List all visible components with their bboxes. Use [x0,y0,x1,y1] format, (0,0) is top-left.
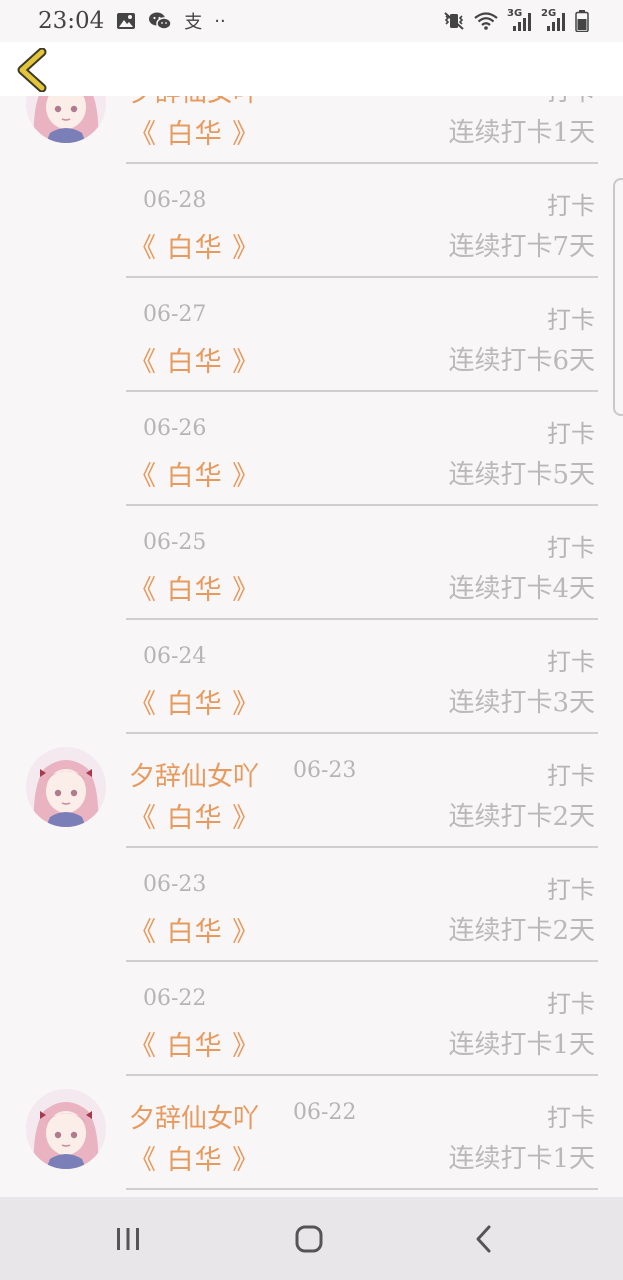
avatar[interactable] [26,747,106,827]
streak-text: 连续打卡7天 [448,232,595,262]
record-row[interactable]: 06-24 打卡《 白华 》 连续打卡3天 [0,620,623,734]
record-row[interactable]: 06-22 打卡《 白华 》 连续打卡1天 [0,962,623,1076]
record-date: 06-26 [143,416,207,441]
signal-3g-icon: 3G [507,8,533,32]
record-detail: 《 白华 》 连续打卡5天 [129,452,597,492]
record-detail: 《 白华 》 连续打卡4天 [129,566,597,606]
book-title[interactable]: 《 白华 》 [129,340,260,379]
streak-text: 连续打卡3天 [448,688,595,718]
record-row[interactable]: 夕辞仙女吖 07-01 打卡《 白华 》 连续打卡1天 [0,96,623,164]
edge-panel-handle[interactable] [613,178,623,416]
streak-text: 连续打卡1天 [448,1144,595,1174]
avatar[interactable] [26,96,106,143]
book-title[interactable]: 《 白华 》 [129,226,260,265]
record-row[interactable]: 夕辞仙女吖 06-22 打卡《 白华 》 连续打卡1天 [0,1076,623,1190]
streak-text: 连续打卡2天 [448,802,595,832]
streak-text: 连续打卡6天 [448,346,595,376]
record-action: 打卡 [547,990,595,1018]
signal-2g-icon: 2G [541,8,567,32]
record-action: 打卡 [547,534,595,562]
author-name[interactable]: 夕辞仙女吖 [129,1098,259,1135]
record-list[interactable]: 夕辞仙女吖07-01打卡《 白华 》连续打卡1天06-28打卡《 白华 》连续打… [0,96,623,1196]
record-detail: 《 白华 》 连续打卡1天 [129,1136,597,1176]
record-date: 06-22 [293,1100,357,1125]
book-title[interactable]: 《 白华 》 [129,796,260,835]
home-icon[interactable] [289,1219,329,1259]
record-detail: 《 白华 》 连续打卡2天 [129,908,597,948]
header [0,42,623,96]
avatar[interactable] [26,1089,106,1169]
wechat-icon [148,11,173,31]
record-detail: 《 白华 》 连续打卡1天 [129,1022,597,1062]
record-header: 06-22 打卡 [129,980,597,1018]
row-divider [126,1188,598,1190]
record-date: 06-25 [143,530,207,555]
record-header: 06-23 打卡 [129,866,597,904]
book-title[interactable]: 《 白华 》 [129,910,260,949]
back-icon[interactable] [464,1219,504,1259]
streak-text: 连续打卡1天 [448,118,595,148]
recent-apps-icon[interactable] [108,1219,148,1259]
record-header: 06-26 打卡 [129,410,597,448]
record-action: 打卡 [547,306,595,334]
mute-vibrate-icon [443,11,465,31]
status-right: 3G 2G [443,8,589,32]
record-detail: 《 白华 》 连续打卡1天 [129,110,597,150]
status-bar: 23:04 支 ·· 3G 2G [0,0,623,42]
record-header: 夕辞仙女吖 06-22 打卡 [129,1094,597,1135]
record-date: 06-23 [293,758,357,783]
record-date: 06-23 [143,872,207,897]
book-title[interactable]: 《 白华 》 [129,1024,260,1063]
book-title[interactable]: 《 白华 》 [129,454,260,493]
record-header: 06-25 打卡 [129,524,597,562]
record-date: 07-01 [293,96,356,99]
wifi-icon [473,11,499,31]
battery-icon [575,10,589,32]
status-time: 23:04 [38,8,105,34]
record-date: 06-22 [143,986,207,1011]
record-detail: 《 白华 》 连续打卡2天 [129,794,597,834]
author-name[interactable]: 夕辞仙女吖 [129,756,259,793]
more-dots-icon: ·· [214,10,226,32]
status-left: 23:04 支 ·· [38,8,226,34]
chevron-left-icon[interactable] [14,47,50,93]
record-row[interactable]: 夕辞仙女吖 06-23 打卡《 白华 》 连续打卡2天 [0,734,623,848]
record-action: 打卡 [547,1104,595,1132]
record-action: 打卡 [547,192,595,220]
record-date: 06-24 [143,644,207,669]
record-action: 打卡 [547,420,595,448]
streak-text: 连续打卡1天 [448,1030,595,1060]
book-title[interactable]: 《 白华 》 [129,568,260,607]
image-icon [116,12,136,30]
record-header: 夕辞仙女吖 07-01 打卡 [129,96,597,109]
record-action: 打卡 [547,648,595,676]
record-header: 06-24 打卡 [129,638,597,676]
record-row[interactable]: 06-25 打卡《 白华 》 连续打卡4天 [0,506,623,620]
streak-text: 连续打卡5天 [448,460,595,490]
streak-text: 连续打卡2天 [448,916,595,946]
record-action: 打卡 [547,876,595,904]
author-name[interactable]: 夕辞仙女吖 [129,96,259,109]
record-header: 06-28 打卡 [129,182,597,220]
record-row[interactable]: 06-23 打卡《 白华 》 连续打卡2天 [0,848,623,962]
book-title[interactable]: 《 白华 》 [129,1138,260,1177]
book-title[interactable]: 《 白华 》 [129,112,260,151]
record-header: 06-27 打卡 [129,296,597,334]
record-date: 06-28 [143,188,207,213]
record-header: 夕辞仙女吖 06-23 打卡 [129,752,597,793]
record-row[interactable]: 06-26 打卡《 白华 》 连续打卡5天 [0,392,623,506]
record-detail: 《 白华 》 连续打卡7天 [129,224,597,264]
nav-bar [0,1197,623,1280]
record-detail: 《 白华 》 连续打卡3天 [129,680,597,720]
record-action: 打卡 [547,762,595,790]
book-title[interactable]: 《 白华 》 [129,682,260,721]
record-row[interactable]: 06-28 打卡《 白华 》 连续打卡7天 [0,164,623,278]
record-detail: 《 白华 》 连续打卡6天 [129,338,597,378]
record-action: 打卡 [547,96,595,107]
record-date: 06-27 [143,302,207,327]
alipay-icon: 支 [184,12,203,33]
record-row[interactable]: 06-27 打卡《 白华 》 连续打卡6天 [0,278,623,392]
record-list-inner: 夕辞仙女吖07-01打卡《 白华 》连续打卡1天06-28打卡《 白华 》连续打… [0,96,623,1190]
streak-text: 连续打卡4天 [448,574,595,604]
